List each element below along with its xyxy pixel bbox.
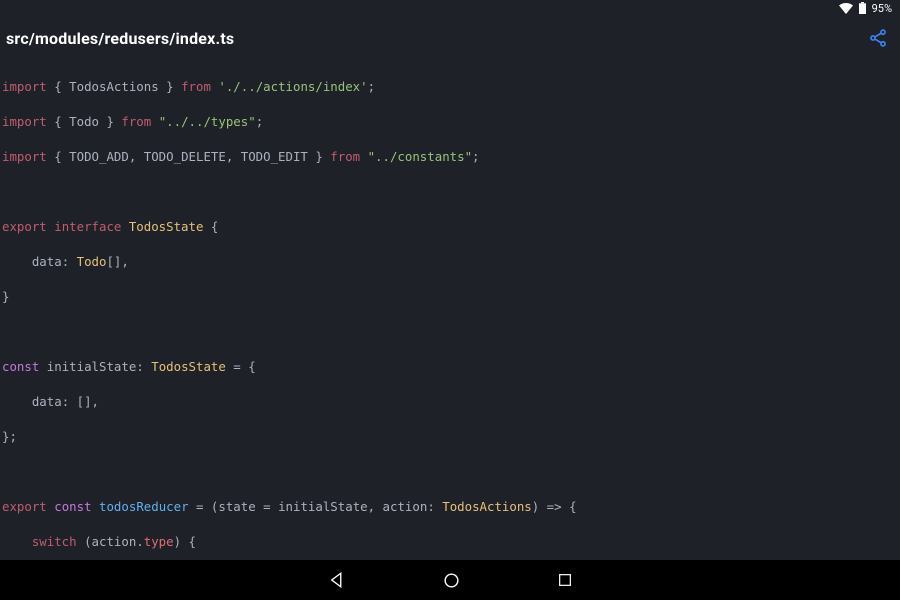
code-line: data: Todo[],	[2, 253, 898, 271]
code-line: export interface TodosState {	[2, 218, 898, 236]
battery-percent: 95%	[872, 2, 892, 15]
code-line: }	[2, 288, 898, 306]
recents-button[interactable]	[557, 572, 573, 588]
file-title-bar: src/modules/redusers/index.ts	[0, 16, 900, 60]
back-button[interactable]	[328, 571, 346, 589]
code-line: import { Todo } from "../../types";	[2, 113, 898, 131]
wifi-icon	[839, 3, 853, 14]
home-button[interactable]	[442, 571, 461, 590]
android-nav-bar	[0, 560, 900, 600]
battery-icon	[859, 2, 866, 14]
android-status-bar: 95%	[0, 0, 900, 16]
code-line: import { TodosActions } from './../actio…	[2, 78, 898, 96]
code-line: data: [],	[2, 393, 898, 411]
code-line: export const todosReducer = (state = ini…	[2, 498, 898, 516]
file-path: src/modules/redusers/index.ts	[6, 29, 234, 48]
code-line	[2, 463, 898, 481]
share-icon[interactable]	[868, 28, 888, 48]
code-line: switch (action.type) {	[2, 533, 898, 551]
code-line: };	[2, 428, 898, 446]
code-line	[2, 183, 898, 201]
code-line: import { TODO_ADD, TODO_DELETE, TODO_EDI…	[2, 148, 898, 166]
code-line: const initialState: TodosState = {	[2, 358, 898, 376]
code-editor[interactable]: import { TodosActions } from './../actio…	[0, 60, 900, 560]
code-line	[2, 323, 898, 341]
